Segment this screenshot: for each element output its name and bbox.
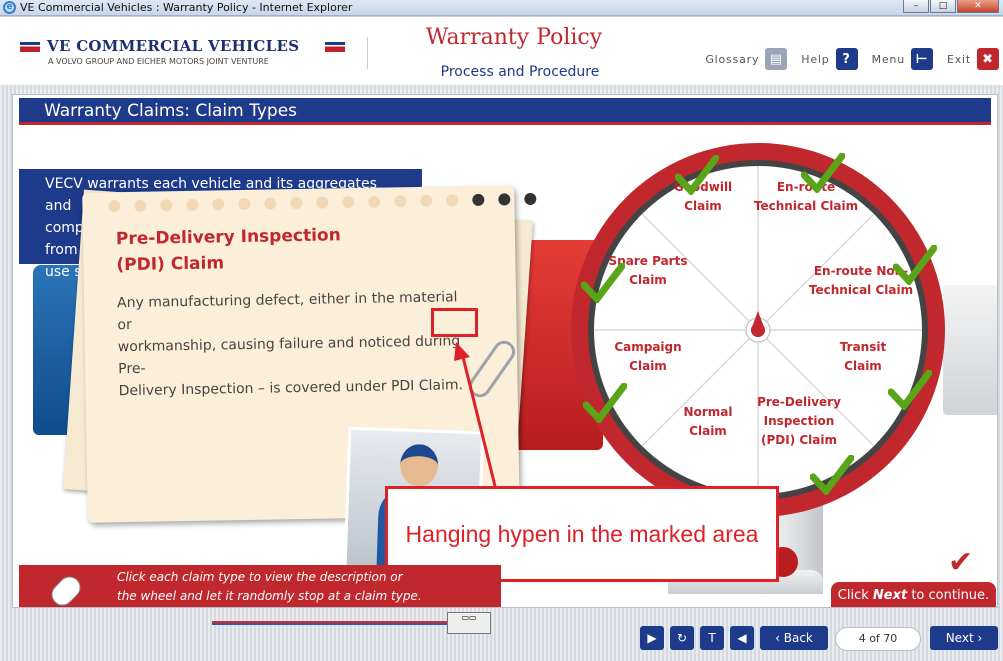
glossary-label[interactable]: Glossary: [705, 53, 759, 66]
card-description: Any manufacturing defect, either in the …: [117, 286, 464, 402]
card-title-line-1: Pre-Delivery Inspection: [115, 225, 341, 250]
segment-label: Normal: [683, 405, 733, 419]
segment-label: Claim: [689, 424, 727, 438]
course-subtitle: Process and Procedure: [440, 64, 600, 80]
pdi-check-icon: [810, 455, 854, 495]
play-button[interactable]: ▶: [640, 626, 664, 650]
internet-explorer-icon: e: [3, 1, 16, 14]
audio-button[interactable]: ◀: [730, 626, 754, 650]
exit-close-icon[interactable]: ✖: [977, 48, 999, 70]
back-button[interactable]: ‹ Back: [760, 626, 828, 650]
segment-label: Pre-Delivery: [757, 395, 841, 409]
segment-campaign-claim[interactable]: Campaign Claim: [608, 338, 688, 376]
menu-label[interactable]: Menu: [872, 53, 905, 66]
continue-prefix: Click: [837, 588, 873, 603]
replay-button[interactable]: ↻: [670, 626, 694, 650]
glossary-book-icon[interactable]: ▤: [765, 48, 788, 70]
mouse-icon: [46, 571, 86, 607]
continue-prompt: Click Next to continue.: [831, 582, 996, 607]
card-body-line-2: workmanship, causing failure and noticed…: [117, 333, 461, 356]
app-frame: VE COMMERCIAL VEHICLES A VOLVO GROUP AND…: [0, 17, 1003, 661]
segment-pdi-claim[interactable]: Pre-Delivery Inspection (PDI) Claim: [753, 393, 845, 450]
header-divider: [367, 37, 368, 69]
campaign-check-icon: [583, 383, 627, 423]
annotation-highlight-box: [431, 308, 478, 337]
close-window-button[interactable]: ✕: [957, 0, 999, 13]
card-title: Pre-Delivery Inspection (PDI) Claim: [116, 222, 377, 279]
window-titlebar: e VE Commercial Vehicles : Warranty Poli…: [0, 0, 1003, 16]
segment-label: Technical Claim: [753, 199, 859, 213]
card-body-line-1: Any manufacturing defect, either in the …: [116, 289, 458, 334]
logo-subtitle: A VOLVO GROUP AND EICHER MOTORS JOINT VE…: [48, 57, 269, 66]
logo-title: VE COMMERCIAL VEHICLES: [47, 37, 300, 55]
instruction-line-1: Click each claim type to view the descri…: [117, 570, 403, 584]
segment-label: Campaign: [614, 340, 682, 354]
logo-flag-left-icon: [20, 42, 40, 52]
app-header: VE COMMERCIAL VEHICLES A VOLVO GROUP AND…: [0, 17, 1003, 85]
transit-check-icon: [888, 370, 932, 410]
slide-content: Warranty Claims: Claim Types VECV warran…: [12, 94, 998, 608]
instruction-strip: Click each claim type to view the descri…: [19, 565, 501, 607]
red-arrow-icon: ✔: [948, 545, 974, 580]
page-indicator: 4 of 70: [835, 627, 921, 651]
white-truck-image: [943, 285, 997, 415]
progress-truck-icon: ▭▭: [447, 612, 491, 634]
segment-label: Claim: [629, 359, 667, 373]
segment-label: Inspection: [763, 414, 835, 428]
card-binding-holes: [108, 192, 537, 213]
logo-flag-right-icon: [325, 42, 345, 52]
goodwill-check-icon: [675, 155, 719, 195]
enroute-nontechnical-check-icon: [893, 245, 937, 285]
window-controls: – □ ✕: [903, 0, 999, 14]
instruction-line-2: the wheel and let it randomly stop at a …: [117, 589, 422, 603]
exit-label[interactable]: Exit: [947, 53, 971, 66]
segment-normal-claim[interactable]: Normal Claim: [673, 403, 743, 441]
card-body-line-3: Delivery Inspection – is covered under P…: [118, 377, 464, 400]
vecv-logo: VE COMMERCIAL VEHICLES A VOLVO GROUP AND…: [20, 37, 350, 69]
continue-suffix: to continue.: [907, 588, 990, 603]
section-title: Warranty Claims: Claim Types: [19, 98, 991, 125]
pdi-claim-card: Pre-Delivery Inspection (PDI) Claim Any …: [82, 185, 537, 586]
segment-label: Transit: [839, 340, 887, 354]
spare-parts-check-icon: [581, 263, 625, 303]
card-body-marked-word: Pre-: [118, 360, 146, 378]
next-button[interactable]: Next ›: [930, 626, 998, 650]
enroute-technical-check-icon: [801, 153, 845, 193]
course-title: Warranty Policy: [425, 25, 603, 50]
minimize-button[interactable]: –: [903, 0, 929, 13]
transcript-button[interactable]: T: [700, 626, 724, 650]
card-title-line-2: (PDI) Claim: [116, 253, 225, 276]
menu-tree-icon[interactable]: ⊢: [910, 48, 933, 70]
header-tools: Glossary ▤ Help ? Menu ⊢ Exit ✖: [705, 48, 999, 70]
intro-line-1a: VECV wa: [45, 176, 108, 192]
help-label[interactable]: Help: [801, 53, 829, 66]
window-title: VE Commercial Vehicles : Warranty Policy…: [20, 1, 353, 14]
segment-label: (PDI) Claim: [760, 433, 837, 447]
continue-emph: Next: [872, 588, 908, 603]
segment-label: Claim: [684, 199, 722, 213]
help-question-icon[interactable]: ?: [835, 48, 858, 70]
maximize-button[interactable]: □: [930, 0, 956, 13]
